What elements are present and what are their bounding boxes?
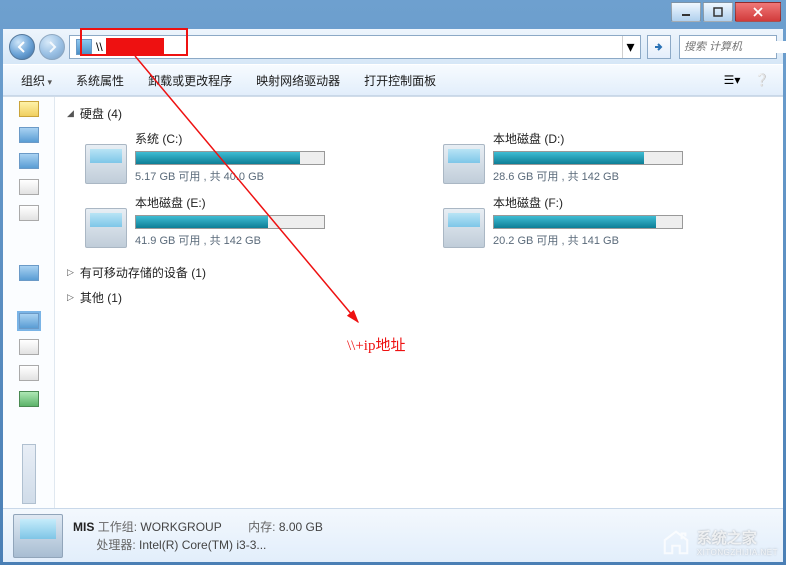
drive-usage-bar [493, 215, 683, 229]
sidebar-item[interactable] [19, 153, 39, 169]
drive-icon [85, 208, 127, 248]
forward-button[interactable] [39, 34, 65, 60]
organize-menu[interactable]: 组织 [11, 68, 62, 93]
drive-item[interactable]: 本地磁盘 (F:) 20.2 GB 可用 , 共 141 GB [443, 194, 771, 248]
drive-name: 本地磁盘 (E:) [135, 194, 413, 211]
drive-usage-bar [135, 151, 325, 165]
nav-bar: ▾ 🔍 [3, 29, 783, 64]
uninstall-button[interactable]: 卸载或更改程序 [138, 68, 242, 93]
sidebar-scrollbar[interactable] [22, 444, 36, 504]
content-pane: ◢ 硬盘 (4) 系统 (C:) 5.17 GB 可用 , 共 40.0 GB 本地… [55, 97, 783, 508]
sidebar-item[interactable] [19, 101, 39, 117]
sidebar-item-computer[interactable] [19, 313, 39, 329]
section-removable-header[interactable]: ▷ 有可移动存储的设备 (1) [67, 264, 771, 281]
section-title: 其他 (1) [80, 289, 122, 306]
sidebar-item[interactable] [19, 391, 39, 407]
drive-free-text: 41.9 GB 可用 , 共 142 GB [135, 232, 413, 248]
expand-icon: ▷ [67, 292, 74, 303]
go-button[interactable] [647, 35, 671, 59]
computer-name: MIS [73, 520, 94, 534]
address-dropdown[interactable]: ▾ [622, 36, 638, 58]
back-button[interactable] [9, 34, 35, 60]
redaction-box [106, 38, 164, 56]
section-title: 有可移动存储的设备 (1) [80, 264, 206, 281]
cpu-label: 处理器: [96, 538, 135, 552]
minimize-button[interactable] [671, 2, 701, 22]
computer-icon [76, 39, 92, 55]
address-bar[interactable]: ▾ [69, 35, 641, 59]
control-panel-button[interactable]: 打开控制面板 [354, 68, 446, 93]
drive-icon [85, 144, 127, 184]
sidebar-item[interactable] [19, 179, 39, 195]
drive-free-text: 20.2 GB 可用 , 共 141 GB [493, 232, 771, 248]
drive-usage-bar [135, 215, 325, 229]
toolbar: 组织 系统属性 卸载或更改程序 映射网络驱动器 打开控制面板 ☰▾ ❔ [3, 64, 783, 96]
drive-name: 系统 (C:) [135, 130, 413, 147]
view-menu[interactable]: ☰▾ [719, 69, 745, 91]
map-drive-button[interactable]: 映射网络驱动器 [246, 68, 350, 93]
sidebar-item[interactable] [19, 205, 39, 221]
memory-value: 8.00 GB [279, 520, 323, 534]
collapse-icon: ◢ [67, 108, 74, 119]
help-button[interactable]: ❔ [749, 69, 775, 91]
workgroup-label: 工作组: [98, 520, 137, 534]
drive-icon [443, 144, 485, 184]
drive-free-text: 28.6 GB 可用 , 共 142 GB [493, 168, 771, 184]
computer-large-icon [13, 514, 63, 558]
drive-item[interactable]: 系统 (C:) 5.17 GB 可用 , 共 40.0 GB [85, 130, 413, 184]
drive-name: 本地磁盘 (F:) [493, 194, 771, 211]
sidebar-item[interactable] [19, 127, 39, 143]
sidebar [3, 97, 55, 508]
search-box[interactable]: 🔍 [679, 35, 777, 59]
sidebar-item[interactable] [19, 265, 39, 281]
drive-free-text: 5.17 GB 可用 , 共 40.0 GB [135, 168, 413, 184]
close-button[interactable] [735, 2, 781, 22]
address-input[interactable] [96, 37, 622, 57]
details-pane: MIS 工作组: WORKGROUP 内存: 8.00 GB 处理器: Inte… [3, 508, 783, 562]
expand-icon: ▷ [67, 267, 74, 278]
system-properties-button[interactable]: 系统属性 [66, 68, 134, 93]
titlebar [3, 3, 783, 29]
section-title: 硬盘 (4) [80, 105, 122, 122]
drive-usage-bar [493, 151, 683, 165]
drive-name: 本地磁盘 (D:) [493, 130, 771, 147]
cpu-value: Intel(R) Core(TM) i3-3... [139, 538, 266, 552]
drive-icon [443, 208, 485, 248]
drive-item[interactable]: 本地磁盘 (E:) 41.9 GB 可用 , 共 142 GB [85, 194, 413, 248]
section-drives-header[interactable]: ◢ 硬盘 (4) [67, 105, 771, 122]
memory-label: 内存: [248, 520, 275, 534]
maximize-button[interactable] [703, 2, 733, 22]
workgroup-value: WORKGROUP [140, 520, 221, 534]
search-input[interactable] [684, 41, 786, 53]
drive-item[interactable]: 本地磁盘 (D:) 28.6 GB 可用 , 共 142 GB [443, 130, 771, 184]
sidebar-item[interactable] [19, 339, 39, 355]
section-other-header[interactable]: ▷ 其他 (1) [67, 289, 771, 306]
sidebar-item[interactable] [19, 365, 39, 381]
